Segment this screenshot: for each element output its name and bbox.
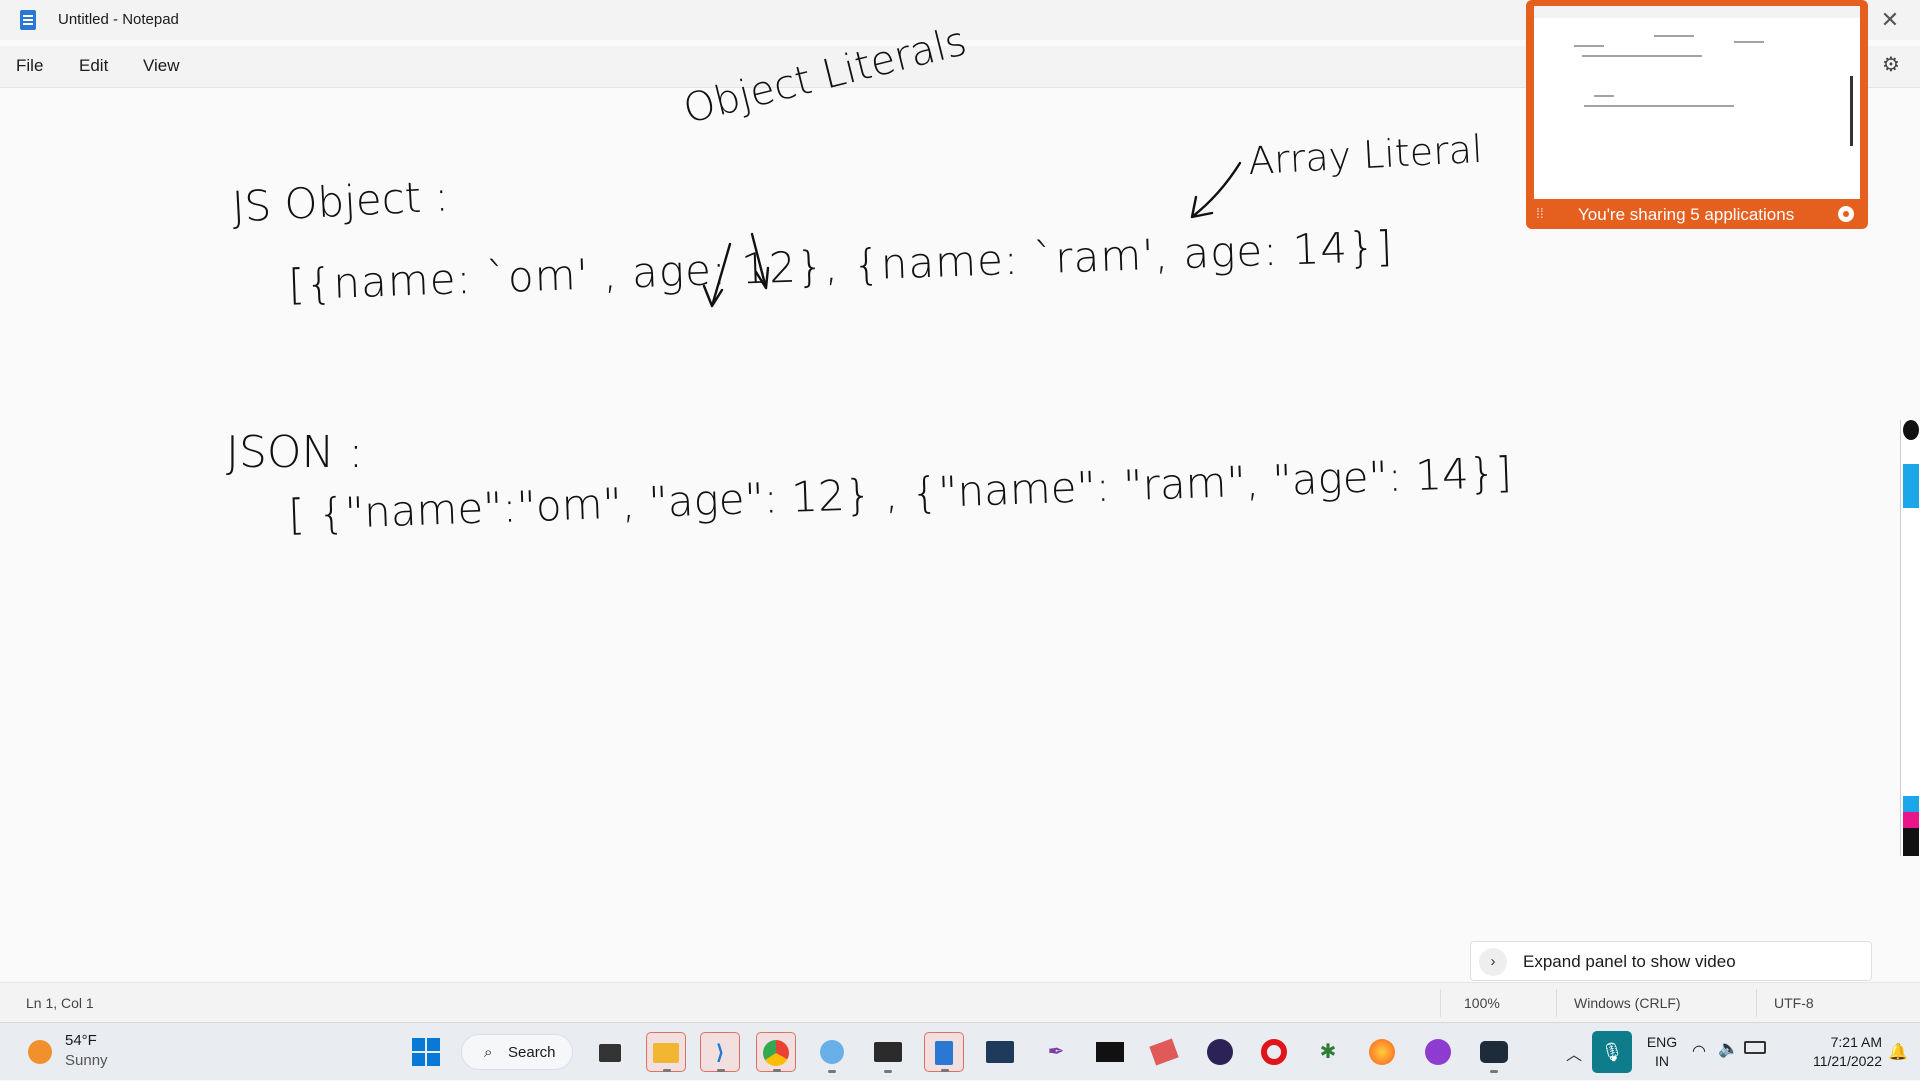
close-icon[interactable]: ✕ bbox=[1876, 6, 1904, 34]
feather-icon[interactable]: ✒ bbox=[1036, 1032, 1076, 1072]
clock-time: 7:21 AM bbox=[1830, 1034, 1882, 1050]
color-blue-icon[interactable] bbox=[1903, 796, 1919, 812]
zoom-level: 100% bbox=[1464, 995, 1500, 1011]
status-divider bbox=[1440, 989, 1441, 1017]
terminal-icon[interactable] bbox=[868, 1032, 908, 1073]
notification-icon[interactable]: 🔔 bbox=[1888, 1042, 1908, 1062]
chrome-icon[interactable] bbox=[756, 1032, 796, 1072]
firefox-icon[interactable] bbox=[1362, 1032, 1402, 1072]
status-bar: Ln 1, Col 1 100% Windows (CRLF) UTF-8 bbox=[0, 982, 1920, 1022]
battery-icon[interactable] bbox=[1744, 1041, 1766, 1054]
sticky-notes-icon[interactable] bbox=[1144, 1032, 1184, 1072]
opera-icon[interactable] bbox=[1254, 1032, 1294, 1072]
language-indicator[interactable]: ENG IN bbox=[1644, 1033, 1680, 1071]
region-code: IN bbox=[1655, 1053, 1669, 1069]
notepad-taskbar-icon[interactable] bbox=[924, 1032, 964, 1072]
file-explorer-icon[interactable] bbox=[646, 1032, 686, 1072]
share-status-bar: ⁞⁞ You're sharing 5 applications bbox=[1526, 199, 1868, 229]
taskbar: 54°F Sunny ⌕ Search ⟩ ✒ ✱ ︿ 🎙 ENG IN ◠ 🔈 … bbox=[0, 1022, 1920, 1080]
line-ending: Windows (CRLF) bbox=[1574, 995, 1681, 1011]
annotation-toolbar[interactable] bbox=[1900, 420, 1920, 856]
volume-icon[interactable]: 🔈 bbox=[1718, 1039, 1739, 1059]
pen-tool-icon[interactable] bbox=[1903, 420, 1919, 440]
search-icon: ⌕ bbox=[484, 1044, 493, 1061]
weather-temperature[interactable]: 54°F bbox=[65, 1032, 97, 1049]
webex-icon[interactable] bbox=[1474, 1032, 1514, 1073]
windows-start-icon[interactable] bbox=[406, 1032, 446, 1072]
cmd-icon[interactable] bbox=[1090, 1032, 1130, 1072]
mysql-icon[interactable] bbox=[980, 1032, 1020, 1072]
eclipse-icon[interactable] bbox=[1200, 1032, 1240, 1072]
status-divider bbox=[1756, 989, 1757, 1017]
js-object-heading: JS Object : bbox=[230, 171, 450, 232]
microphone-icon[interactable]: 🎙 bbox=[1592, 1031, 1632, 1073]
task-view-icon[interactable] bbox=[590, 1032, 630, 1072]
teams-icon[interactable] bbox=[1418, 1032, 1458, 1072]
sun-icon[interactable] bbox=[28, 1040, 52, 1064]
clock-date: 11/21/2022 bbox=[1812, 1053, 1882, 1069]
search-label: Search bbox=[508, 1044, 556, 1061]
screen-share-panel: ⁞⁞ You're sharing 5 applications bbox=[1526, 0, 1868, 229]
chevron-up-icon[interactable]: ︿ bbox=[1566, 1041, 1582, 1065]
expand-video-panel[interactable]: › Expand panel to show video bbox=[1470, 941, 1872, 981]
stop-sharing-icon[interactable] bbox=[1838, 206, 1854, 222]
taskbar-search[interactable]: ⌕ Search bbox=[461, 1034, 573, 1070]
cursor-position: Ln 1, Col 1 bbox=[26, 995, 94, 1011]
share-status-text: You're sharing 5 applications bbox=[1578, 205, 1795, 224]
drag-handle-icon[interactable]: ⁞⁞ bbox=[1536, 205, 1544, 221]
expand-video-label: Expand panel to show video bbox=[1523, 952, 1736, 971]
menu-file[interactable]: File bbox=[16, 56, 43, 76]
menu-view[interactable]: View bbox=[143, 56, 180, 76]
weather-condition[interactable]: Sunny bbox=[65, 1052, 108, 1069]
encoding: UTF-8 bbox=[1774, 995, 1814, 1011]
clock[interactable]: 7:21 AM 11/21/2022 bbox=[1790, 1033, 1882, 1071]
paint-icon[interactable] bbox=[812, 1032, 852, 1073]
chevron-right-icon[interactable]: › bbox=[1479, 948, 1507, 976]
wifi-icon[interactable]: ◠ bbox=[1692, 1041, 1706, 1061]
gear-icon[interactable]: ⚙ bbox=[1880, 54, 1902, 76]
color-black-icon[interactable] bbox=[1903, 828, 1919, 856]
select-tool-icon[interactable] bbox=[1903, 464, 1919, 508]
json-line: [ {"name":"om", "age": 12} , {"name": "r… bbox=[287, 447, 1513, 540]
language-code: ENG bbox=[1646, 1034, 1678, 1050]
status-divider bbox=[1556, 989, 1557, 1017]
array-literal-label: Array Literal bbox=[1247, 126, 1484, 184]
json-heading: JSON : bbox=[226, 427, 364, 478]
menu-edit[interactable]: Edit bbox=[79, 56, 108, 76]
notepad-icon bbox=[20, 10, 36, 30]
vscode-icon[interactable]: ⟩ bbox=[700, 1032, 740, 1072]
js-object-line: [{name: `om' , age: 12}, {name: `ram', a… bbox=[287, 221, 1394, 310]
share-preview-thumbnail[interactable] bbox=[1534, 6, 1860, 199]
color-pink-icon[interactable] bbox=[1903, 812, 1919, 828]
anaconda-icon[interactable]: ✱ bbox=[1308, 1032, 1348, 1072]
window-title: Untitled - Notepad bbox=[58, 11, 179, 28]
